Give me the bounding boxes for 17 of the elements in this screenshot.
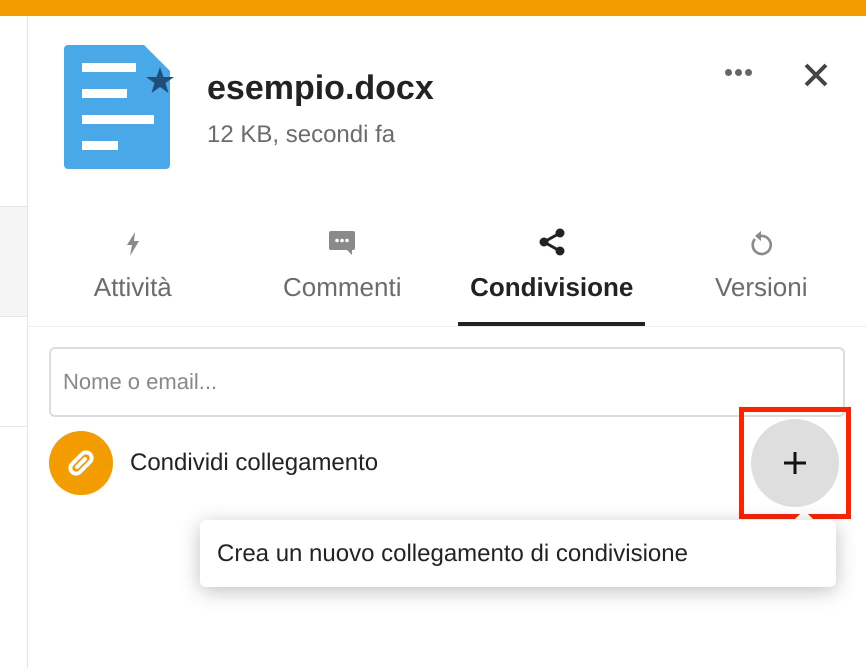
link-icon bbox=[49, 431, 113, 495]
comment-icon bbox=[328, 230, 356, 256]
tab[interactable]: Condivisione bbox=[447, 206, 656, 326]
file-name: esempio.docx bbox=[207, 68, 434, 109]
share-link-label: Condividi collegamento bbox=[130, 448, 378, 478]
name-email-field[interactable]: Nome o email... bbox=[49, 347, 845, 417]
close-icon[interactable] bbox=[804, 63, 828, 87]
lightning-icon bbox=[126, 232, 140, 256]
document-icon bbox=[64, 45, 176, 169]
tab[interactable]: Attività bbox=[28, 206, 238, 326]
history-icon bbox=[749, 230, 774, 256]
share-icon bbox=[538, 228, 566, 256]
tab[interactable]: Commenti bbox=[238, 206, 447, 326]
tab[interactable]: Versioni bbox=[656, 206, 866, 326]
file-meta: 12 KB, secondi fa bbox=[207, 120, 396, 150]
tooltip: Crea un nuovo collegamento di condivisione bbox=[200, 520, 836, 587]
plus-icon bbox=[783, 451, 807, 475]
